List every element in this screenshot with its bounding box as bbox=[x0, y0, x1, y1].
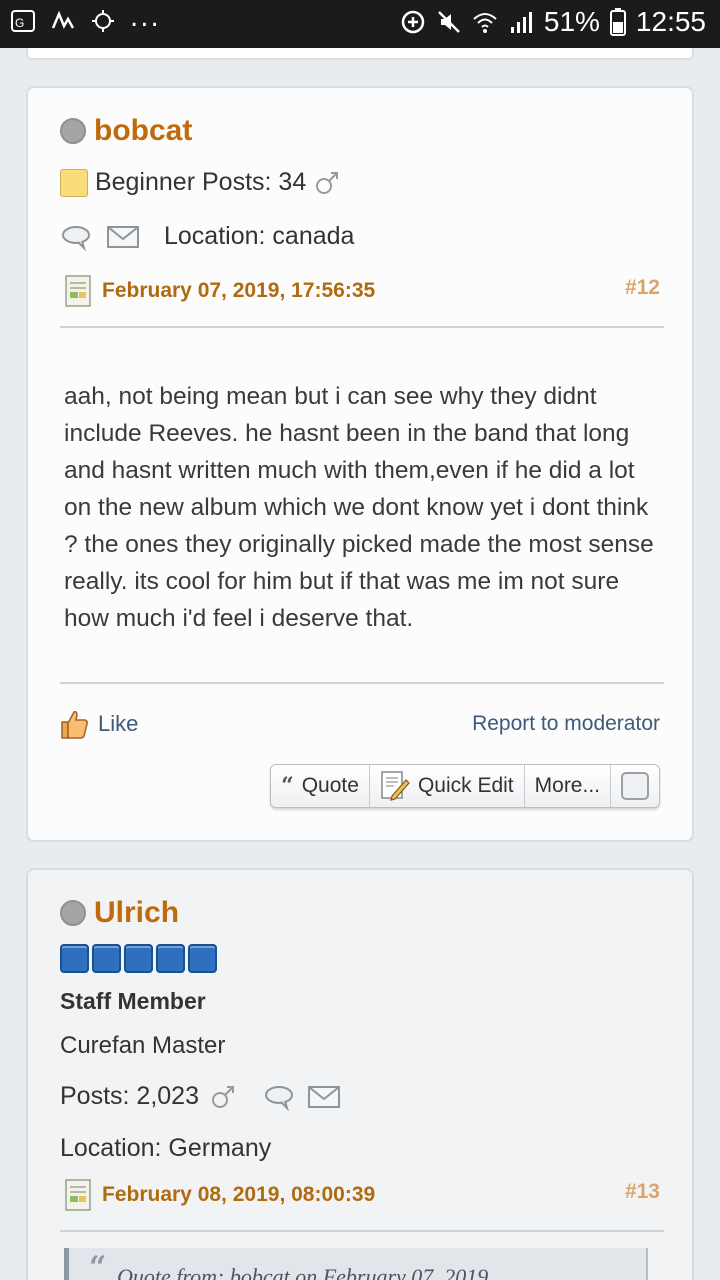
male-gender-icon bbox=[211, 1085, 234, 1108]
poster-location: Location: canada bbox=[164, 222, 355, 250]
like-button[interactable]: Like bbox=[58, 708, 138, 740]
post-date-row: February 08, 2019, 08:00:39 bbox=[64, 1178, 375, 1212]
gallery-notification-icon: G bbox=[11, 10, 35, 32]
offline-status-icon bbox=[60, 118, 86, 144]
post-date[interactable]: February 07, 2019, 17:56:35 bbox=[102, 279, 375, 303]
quick-edit-label: Quick Edit bbox=[417, 774, 514, 797]
more-notifications: ... bbox=[130, 3, 161, 33]
poster-header: Ulrich bbox=[60, 896, 179, 930]
quote-icon: “ bbox=[89, 1250, 107, 1280]
activity-icon bbox=[51, 10, 75, 29]
email-icon[interactable] bbox=[307, 1083, 341, 1111]
post-number[interactable]: #13 bbox=[625, 1180, 660, 1204]
select-post-checkbox[interactable] bbox=[621, 772, 649, 800]
divider bbox=[60, 326, 664, 328]
personal-message-icon[interactable] bbox=[60, 223, 94, 251]
rank-star-icon bbox=[156, 944, 185, 973]
post-body: aah, not being mean but i can see why th… bbox=[64, 383, 654, 632]
quote-label: Quote bbox=[301, 774, 359, 797]
email-icon[interactable] bbox=[106, 223, 140, 251]
post-card: bobcat Beginner Posts: 34 Location: cana… bbox=[26, 86, 694, 842]
sun-sync-icon bbox=[92, 10, 114, 32]
status-bar: G ... 51% 12:55 bbox=[0, 0, 720, 48]
report-to-moderator-link[interactable]: Report to moderator bbox=[472, 712, 660, 736]
divider bbox=[60, 682, 664, 684]
like-label: Like bbox=[98, 711, 139, 736]
poster-location: Location: Germany bbox=[60, 1134, 272, 1162]
mute-icon bbox=[437, 11, 460, 33]
battery-percent: 51% bbox=[543, 6, 600, 37]
quote-header[interactable]: Quote from: bobcat on February 07, 2019 bbox=[117, 1264, 488, 1280]
poster-username[interactable]: Ulrich bbox=[94, 896, 179, 930]
svg-text:G: G bbox=[15, 16, 24, 30]
posts-count: Posts: 2,023 bbox=[60, 1082, 199, 1110]
posts-label: Posts: bbox=[201, 168, 272, 196]
offline-status-icon bbox=[60, 900, 86, 926]
rank-star-icon bbox=[188, 944, 217, 973]
post-card: Ulrich Staff Member Curefan Master Posts… bbox=[26, 868, 694, 1280]
forum-thread: bobcat Beginner Posts: 34 Location: cana… bbox=[0, 48, 720, 1280]
post-document-icon bbox=[65, 275, 91, 307]
thumbs-up-icon bbox=[61, 711, 88, 739]
divider bbox=[60, 1230, 664, 1232]
select-post-checkbox-wrapper bbox=[611, 765, 659, 807]
poster-username[interactable]: bobcat bbox=[94, 114, 192, 148]
post-number[interactable]: #12 bbox=[625, 276, 660, 300]
post-actions: “ Quote Quick Edit More... bbox=[270, 764, 660, 808]
quote-block: “ Quote from: bobcat on February 07, 201… bbox=[64, 1248, 648, 1280]
clock: 12:55 bbox=[635, 6, 706, 37]
post-date[interactable]: February 08, 2019, 08:00:39 bbox=[102, 1183, 375, 1207]
poster-rank-row: Beginner Posts: 34 bbox=[60, 168, 341, 198]
posts-count: 34 bbox=[278, 168, 307, 196]
quote-button[interactable]: “ Quote bbox=[271, 765, 370, 807]
rank-stars bbox=[60, 944, 217, 973]
quick-edit-button[interactable]: Quick Edit bbox=[369, 765, 525, 807]
poster-stats-row: Posts: 2,023 bbox=[60, 1082, 341, 1111]
rank-star-icon bbox=[92, 944, 121, 973]
edit-document-icon bbox=[381, 771, 410, 801]
post-document-icon bbox=[65, 1179, 91, 1211]
rank-star-icon bbox=[124, 944, 153, 973]
poster-contact-row: Location: canada bbox=[60, 222, 354, 251]
post-date-row: February 07, 2019, 17:56:35 bbox=[64, 274, 375, 308]
signal-icon bbox=[510, 12, 532, 33]
male-gender-icon bbox=[316, 172, 339, 195]
battery-icon bbox=[609, 8, 626, 36]
personal-message-icon[interactable] bbox=[263, 1083, 297, 1111]
more-button[interactable]: More... bbox=[524, 765, 611, 807]
poster-header: bobcat bbox=[60, 114, 192, 148]
data-saver-icon bbox=[401, 10, 425, 34]
poster-rank: Beginner bbox=[94, 168, 196, 196]
more-label: More... bbox=[534, 774, 600, 797]
staff-label: Staff Member bbox=[60, 988, 206, 1014]
wifi-icon bbox=[473, 13, 497, 33]
poster-rank-title: Curefan Master bbox=[60, 1032, 226, 1059]
previous-post-card bbox=[26, 48, 694, 60]
quote-icon: “ bbox=[281, 773, 294, 799]
rank-badge-icon bbox=[60, 169, 88, 198]
rank-star-icon bbox=[60, 944, 89, 973]
